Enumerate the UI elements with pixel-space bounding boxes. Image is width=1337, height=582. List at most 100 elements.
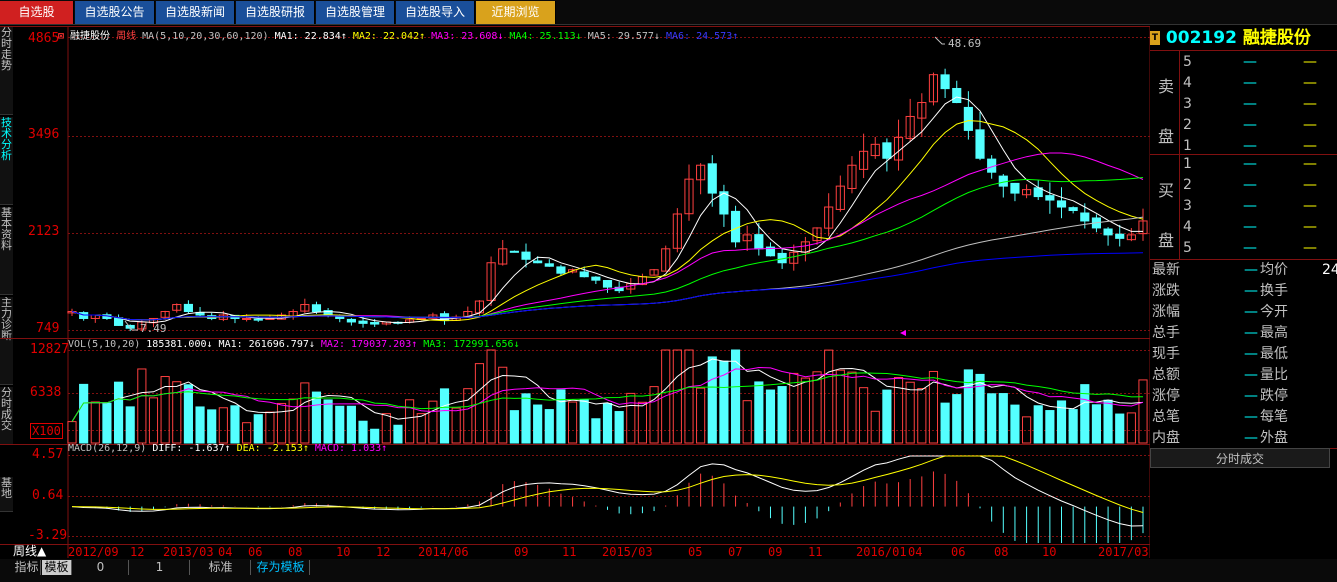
- time-tick-label: 06: [248, 545, 263, 559]
- chart-area[interactable]: [0, 26, 1150, 558]
- vol-ma3-value: MA3: 172991.656↓: [423, 339, 520, 350]
- max-marker-leader: [934, 36, 945, 45]
- tab-self-announcements[interactable]: 自选股公告: [75, 1, 155, 24]
- time-tick-label: 10: [1042, 545, 1057, 559]
- volume-bar: [207, 409, 217, 444]
- bottom-bar: 周线▲ 指标 模板 0 1 标准 存为模板: [0, 544, 1337, 582]
- volume-bar: [789, 372, 799, 444]
- time-tick-label: 2017/03: [1098, 545, 1149, 559]
- volume-bar: [812, 371, 822, 444]
- vol-label-unit: X100: [30, 423, 63, 439]
- tab-self-news[interactable]: 自选股新闻: [156, 1, 235, 24]
- volume-bar: [963, 369, 973, 444]
- candle-body: [1103, 228, 1113, 236]
- volume-bar: [125, 406, 135, 444]
- volume-bar: [218, 407, 228, 444]
- ma3-value: MA3: 23.608↓: [431, 31, 504, 42]
- volume-bar: [987, 393, 997, 444]
- volume-bar: [183, 384, 193, 444]
- candle-body: [556, 266, 566, 274]
- candle-body: [730, 210, 741, 243]
- price-label-bottom: 749: [36, 321, 60, 336]
- btab-save-template[interactable]: 存为模板: [252, 560, 310, 575]
- macd-label-mid: 0.64: [32, 488, 64, 503]
- volume-bar: [405, 399, 415, 444]
- volume-bar: [777, 386, 787, 444]
- time-tick-label: 06: [951, 545, 966, 559]
- volume-bar: [335, 405, 345, 444]
- period-selector[interactable]: 周线▲: [13, 544, 68, 558]
- volume-bar: [439, 388, 450, 444]
- tab-self-selected[interactable]: 自选股: [0, 1, 74, 24]
- volume-bar: [1126, 412, 1136, 444]
- volume-bar: [824, 349, 834, 444]
- time-tick-label: 10: [336, 545, 351, 559]
- chart-close-icon[interactable]: ⊠: [58, 31, 70, 42]
- candle-body: [79, 312, 89, 319]
- volume-bar: [428, 400, 438, 444]
- candle-body: [183, 303, 193, 313]
- candle-body: [952, 87, 962, 104]
- volume-bar: [172, 381, 182, 444]
- ma-legend: ⊠ 融捷股份 周线 MA(5,10,20,30,60,120) MA1: 22.…: [58, 27, 738, 42]
- ma4-value: MA4: 25.113↓: [509, 31, 582, 42]
- macd-value: MACD: 1.033↑: [314, 443, 388, 454]
- diff-value: DIFF: -1.637↑: [152, 443, 231, 454]
- volume-bar: [917, 388, 927, 444]
- candle-body: [707, 163, 717, 194]
- candle-body: [998, 175, 1008, 187]
- btab-indicator[interactable]: 指标: [13, 560, 41, 575]
- macd-label-top: 4.57: [32, 447, 64, 462]
- candle-body: [940, 74, 950, 90]
- volume-bar: [370, 428, 380, 444]
- volume-bar: [288, 398, 298, 444]
- sell-row: 2— —: [1183, 117, 1317, 133]
- candle-body: [253, 318, 263, 321]
- volume-bar: [765, 389, 776, 444]
- stock-code: 002192: [1165, 28, 1237, 48]
- btab-1[interactable]: 1: [130, 560, 190, 575]
- volume-bar: [533, 404, 543, 444]
- candle-body: [963, 106, 973, 131]
- tab-recent[interactable]: 近期浏览: [476, 1, 556, 24]
- ma-params: MA(5,10,20,30,60,120): [142, 31, 269, 42]
- volume-bar: [242, 422, 252, 444]
- btab-standard[interactable]: 标准: [191, 560, 251, 575]
- volume-bar: [544, 409, 554, 444]
- macd-line: [71, 455, 1144, 527]
- quote-row: 涨跌 — 换手: [1152, 283, 1288, 299]
- vol-label-top: 12827: [30, 342, 70, 357]
- volume-bar: [637, 401, 647, 444]
- tab-self-manage[interactable]: 自选股管理: [316, 1, 395, 24]
- ma2-value: MA2: 22.042↑: [352, 31, 426, 42]
- volume-bar: [1045, 410, 1055, 444]
- volume-bar: [90, 401, 100, 444]
- candle-body: [370, 322, 380, 325]
- tab-self-import[interactable]: 自选股导入: [396, 1, 475, 24]
- time-tick-label: 05: [688, 545, 703, 559]
- volume-bar: [276, 402, 287, 444]
- time-tick-label: 07: [728, 545, 743, 559]
- volume-bar: [614, 411, 624, 444]
- volume-bar: [148, 397, 159, 444]
- price-label-top: 4865: [28, 31, 60, 46]
- quote-row: 总手 — 最高: [1152, 325, 1288, 341]
- btab-0[interactable]: 0: [73, 560, 129, 575]
- candle-body: [602, 280, 613, 288]
- volume-bar: [67, 421, 77, 444]
- volume-bar: [661, 349, 671, 444]
- volume-bar: [102, 402, 112, 444]
- volume-bar: [311, 391, 322, 444]
- btab-template[interactable]: 模板: [42, 560, 72, 575]
- buy-label: 买盘: [1158, 181, 1175, 250]
- volume-bar: [498, 366, 508, 444]
- volume-bar: [591, 418, 601, 444]
- candle-body: [358, 320, 368, 324]
- volume-bar: [940, 402, 950, 444]
- quote-row: 最新 — 均价 24: [1152, 262, 1337, 278]
- panel-tab-deals[interactable]: 分时成交: [1150, 448, 1330, 468]
- candle-body: [1080, 212, 1090, 222]
- tab-self-research[interactable]: 自选股研报: [236, 1, 315, 24]
- volume-bar: [381, 413, 391, 444]
- macd-line: [71, 455, 1144, 513]
